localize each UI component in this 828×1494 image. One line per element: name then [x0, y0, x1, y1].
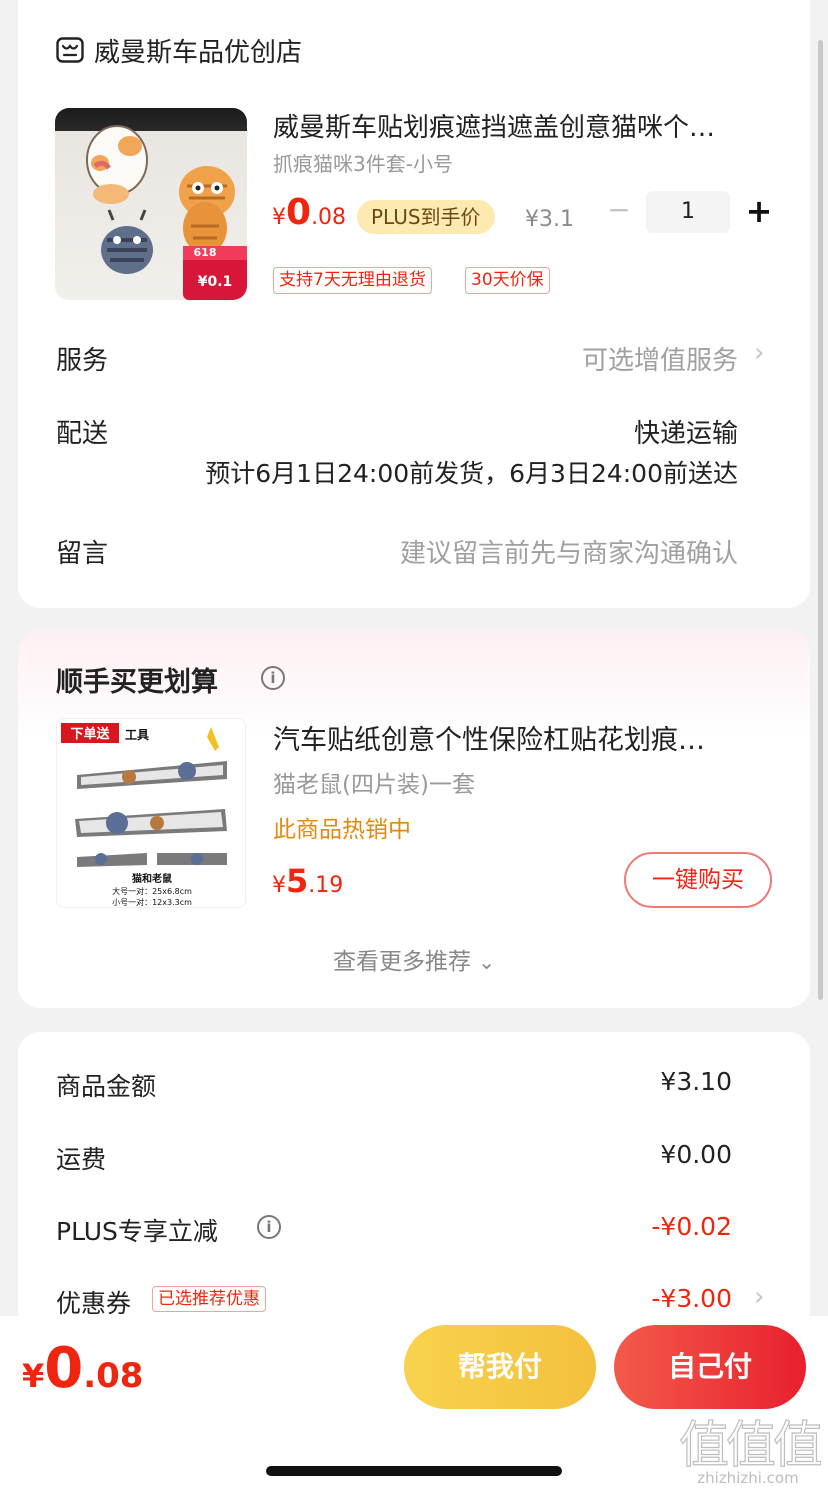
coupon-chevron-icon[interactable]: ›: [754, 1282, 764, 1312]
price-protect-tag: 30天价保: [465, 267, 550, 294]
more-recommendations-link[interactable]: 查看更多推荐 ⌄: [18, 942, 810, 976]
watermark-brand-3: 值: [773, 1416, 821, 1474]
recommendation-variant: 猫老鼠(四片装)一套: [273, 772, 475, 798]
total-decimal: .08: [83, 1356, 144, 1396]
pay-myself-button[interactable]: 自己付: [614, 1325, 806, 1409]
reco-price-symbol: ¥: [272, 873, 286, 898]
plus-info-icon[interactable]: i: [257, 1215, 281, 1239]
quantity-plus-button[interactable]: +: [744, 194, 774, 230]
price-symbol: ¥: [272, 205, 286, 230]
scrollbar[interactable]: [818, 40, 823, 1000]
home-indicator[interactable]: [266, 1466, 562, 1476]
message-label: 留言: [56, 539, 109, 569]
image-size-large-text: 大号一对：25x6.8cm: [112, 886, 192, 896]
shop-name[interactable]: 威曼斯车品优创店: [94, 32, 302, 69]
product-title[interactable]: 威曼斯车贴划痕遮挡遮盖创意猫咪个…: [273, 107, 753, 144]
price-decimal: .08: [311, 205, 347, 230]
image-size-small-text: 小号一对：12x3.3cm: [112, 897, 192, 907]
one-click-buy-button[interactable]: 一键购买: [624, 852, 772, 908]
help-me-pay-button[interactable]: 帮我付: [404, 1325, 596, 1409]
return-policy-tag: 支持7天无理由退货: [273, 267, 432, 294]
message-input[interactable]: 建议留言前先与商家沟通确认: [400, 533, 738, 570]
service-chevron-icon[interactable]: ›: [754, 338, 764, 368]
recommendation-image[interactable]: 下单送 工具 猫和老鼠 大号一对：25x6.8cm 小号一对：12x3.3cm: [56, 718, 246, 908]
plus-discount-value: -¥0.02: [651, 1212, 732, 1241]
total-symbol: ¥: [22, 1357, 45, 1395]
subtotal-label: 商品金额: [56, 1072, 157, 1101]
reco-price-decimal: .19: [308, 873, 344, 898]
badge-618-text: 618: [194, 246, 217, 259]
delivery-method[interactable]: 快递运输: [634, 413, 738, 450]
shipping-label: 运费: [56, 1145, 107, 1174]
coupon-value[interactable]: -¥3.00: [651, 1284, 732, 1313]
tom-jerry-sticker-illustration: 下单送 工具 猫和老鼠 大号一对：25x6.8cm 小号一对：12x3.3cm: [61, 723, 227, 907]
watermark-site: zhizhizhi.com: [697, 1469, 798, 1487]
recommendation-card: 顺手买更划算 i 下单送 工具 猫和老鼠 大号一对：25x6.8cm 小号一对：…: [18, 630, 810, 1008]
service-value[interactable]: 可选增值服务: [582, 340, 738, 377]
recommendation-price: ¥5.19: [272, 862, 343, 900]
badge-price-text: ¥0.1: [198, 274, 233, 290]
plus-discount-label: PLUS专享立减: [56, 1217, 218, 1246]
product-variant[interactable]: 抓痕猫咪3件套-小号: [273, 148, 453, 177]
original-price: ¥3.1: [525, 207, 574, 232]
price-summary-card: 商品金额 ¥3.10 运费 ¥0.00 PLUS专享立减 i -¥0.02 优惠…: [18, 1032, 810, 1332]
subtotal-value: ¥3.10: [660, 1067, 732, 1096]
product-price: ¥0.08: [272, 192, 346, 233]
watermark-brand-1: 值: [679, 1416, 729, 1474]
chevron-down-icon: ⌄: [478, 950, 496, 974]
shipping-value: ¥0.00: [660, 1140, 732, 1169]
recommendation-name[interactable]: 汽车贴纸创意个性保险杠贴花划痕…: [273, 718, 763, 757]
hot-selling-label: 此商品热销中: [273, 817, 411, 843]
order-item-card: 威曼斯车品优创店 ¥0.1 618 威曼斯车贴划痕遮挡遮盖创意猫咪个… 抓痕猫咪…: [18, 0, 810, 608]
watermark-logo: 值 值 值 zhizhizhi.com: [678, 1415, 821, 1487]
image-gift-tag: 下单送: [70, 726, 110, 742]
total-integer: 0: [44, 1336, 84, 1401]
quantity-field[interactable]: 1: [646, 191, 730, 233]
plus-price-tag: PLUS到手价: [357, 200, 495, 234]
shop-icon: [56, 37, 84, 63]
cat-sticker-illustration: ¥0.1 618: [86, 125, 247, 300]
more-recommendations-label: 查看更多推荐: [332, 949, 471, 975]
recommendation-title: 顺手买更划算: [56, 667, 218, 698]
total-price: ¥0.08: [22, 1336, 143, 1401]
reco-price-integer: 5: [286, 862, 309, 900]
watermark-brand-2: 值: [726, 1416, 776, 1474]
price-integer: 0: [286, 192, 312, 233]
image-tool-text: 工具: [125, 728, 149, 742]
delivery-label: 配送: [56, 419, 109, 449]
product-image[interactable]: ¥0.1 618: [55, 108, 247, 300]
service-label: 服务: [56, 346, 109, 376]
coupon-label: 优惠券: [56, 1289, 132, 1318]
quantity-minus-button[interactable]: −: [606, 196, 632, 226]
image-caption-text: 猫和老鼠: [132, 872, 172, 885]
delivery-eta: 预计6月1日24:00前发货，6月3日24:00前送达: [205, 459, 738, 488]
info-icon[interactable]: i: [261, 666, 285, 690]
coupon-tag: 已选推荐优惠: [152, 1286, 266, 1312]
